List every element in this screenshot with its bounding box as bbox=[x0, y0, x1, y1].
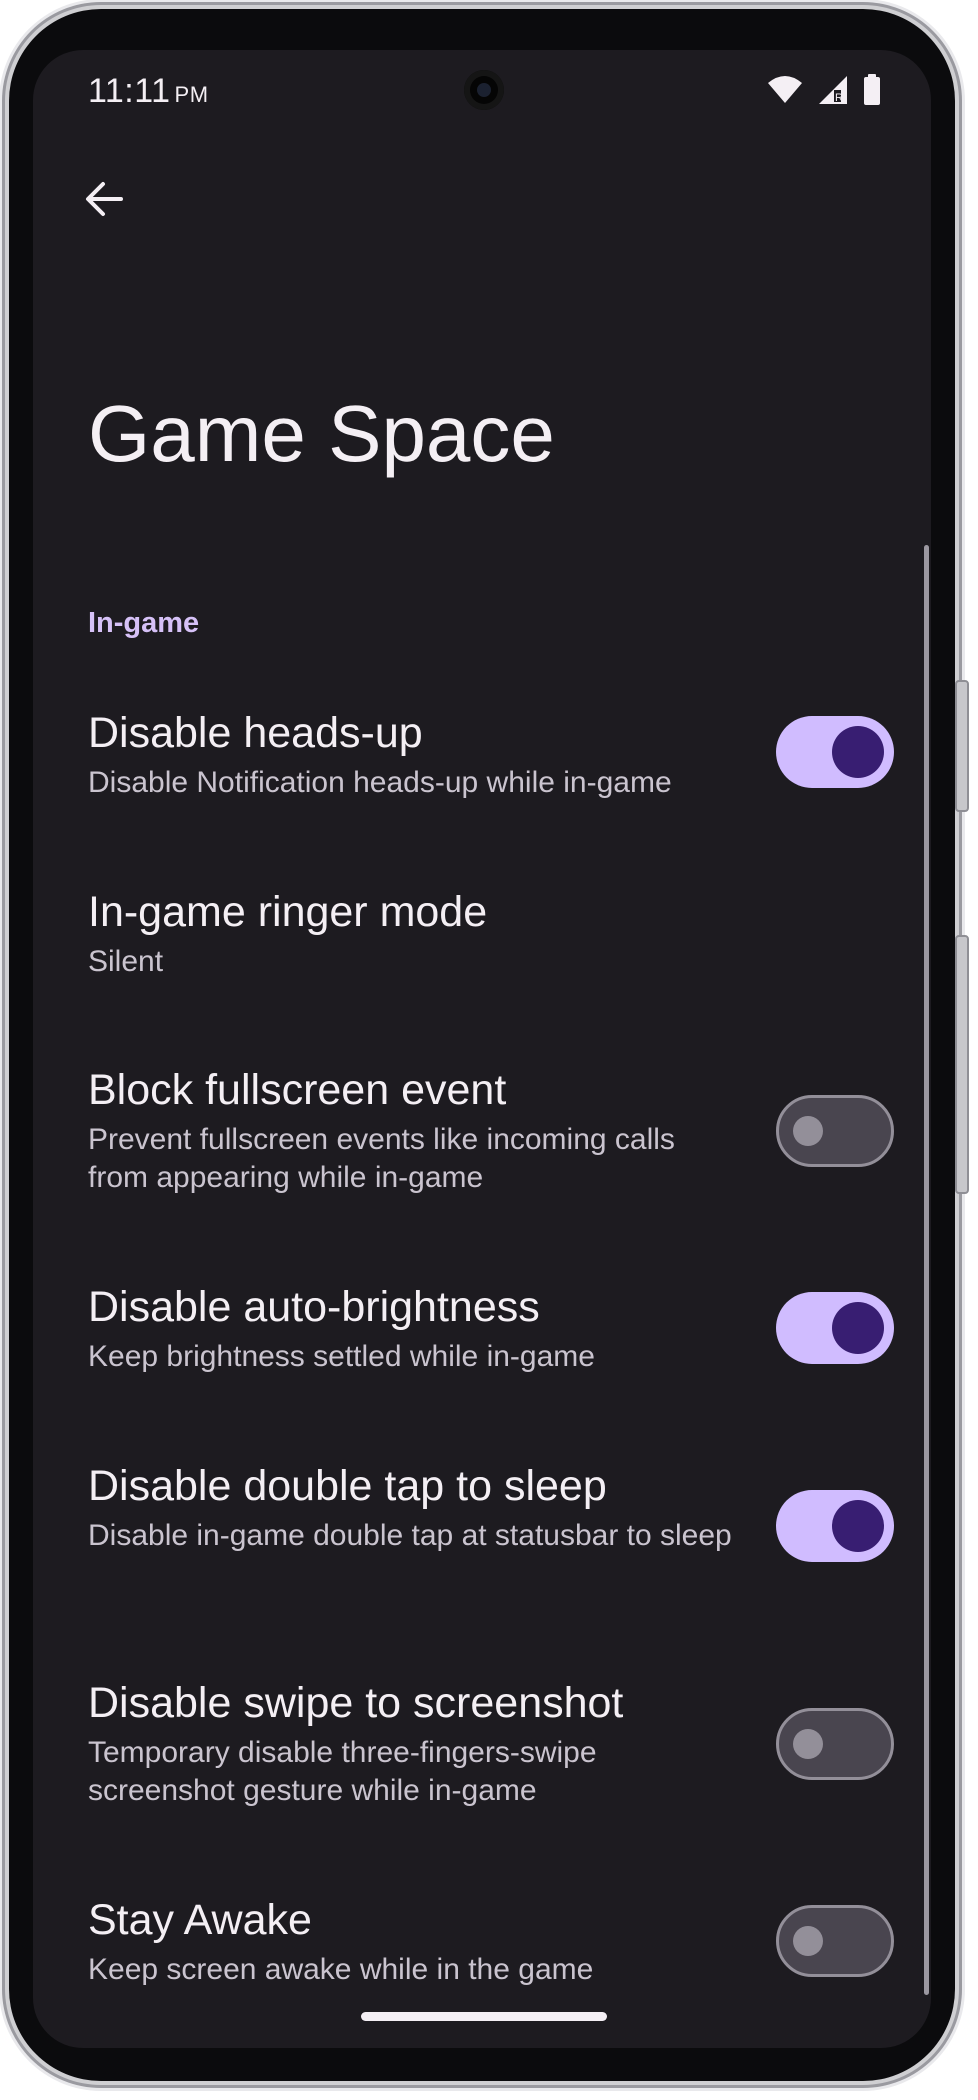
arrow-back-icon bbox=[86, 182, 123, 216]
pref-title: Block fullscreen event bbox=[88, 1066, 507, 1114]
scrollbar[interactable] bbox=[924, 545, 929, 1995]
switch-thumb bbox=[832, 1302, 884, 1354]
pref-title: Disable swipe to screenshot bbox=[88, 1679, 624, 1727]
pref-title: In-game ringer mode bbox=[88, 888, 488, 936]
pref-summary: Disable in-game double tap at statusbar … bbox=[88, 1519, 732, 1552]
switch-thumb bbox=[832, 1500, 884, 1552]
toggle-disable-swipe-to-screenshot[interactable] bbox=[776, 1708, 894, 1780]
page-title: Game Space bbox=[88, 389, 555, 478]
pref-summary: Keep brightness settled while in-game bbox=[88, 1340, 595, 1373]
switch-thumb bbox=[793, 1116, 823, 1146]
pref-summary: Disable Notification heads-up while in-g… bbox=[88, 766, 672, 799]
volume-button bbox=[955, 680, 969, 812]
pref-summary: Prevent fullscreen events like incoming … bbox=[88, 1123, 675, 1194]
screen: 11:11 PM R Game Space In-game Disable hea… bbox=[33, 50, 931, 2048]
power-button bbox=[955, 935, 969, 1194]
pref-title: Disable double tap to sleep bbox=[88, 1462, 607, 1510]
pref-title: Disable auto-brightness bbox=[88, 1283, 540, 1331]
switch-thumb bbox=[793, 1926, 823, 1956]
toggle-disable-auto-brightness[interactable] bbox=[776, 1292, 894, 1364]
toggle-stay-awake[interactable] bbox=[776, 1905, 894, 1977]
battery-icon bbox=[864, 74, 880, 105]
back-button[interactable] bbox=[73, 168, 135, 230]
pref-summary: Silent bbox=[88, 945, 164, 978]
toggle-block-fullscreen-event[interactable] bbox=[776, 1095, 894, 1167]
gesture-nav-handle[interactable] bbox=[361, 2012, 607, 2021]
switch-thumb bbox=[793, 1729, 823, 1759]
cell-signal-icon: R bbox=[819, 76, 847, 104]
pref-title: Stay Awake bbox=[88, 1896, 312, 1944]
status-time-value: 11:11 bbox=[88, 72, 171, 110]
switch-thumb bbox=[832, 726, 884, 778]
toggle-disable-heads-up[interactable] bbox=[776, 716, 894, 788]
toggle-disable-double-tap-to-sleep[interactable] bbox=[776, 1490, 894, 1562]
status-icons: R bbox=[767, 74, 881, 106]
pref-summary: Temporary disable three-fingers-swipe sc… bbox=[88, 1736, 597, 1807]
svg-text:R: R bbox=[835, 92, 843, 104]
status-time-ampm: PM bbox=[174, 82, 209, 107]
front-camera bbox=[464, 70, 504, 110]
wifi-icon bbox=[768, 76, 802, 103]
section-header-in-game: In-game bbox=[88, 607, 200, 639]
pref-summary: Keep screen awake while in the game bbox=[88, 1953, 594, 1986]
pref-title: Disable heads-up bbox=[88, 709, 423, 757]
status-time: 11:11 PM bbox=[88, 72, 209, 111]
